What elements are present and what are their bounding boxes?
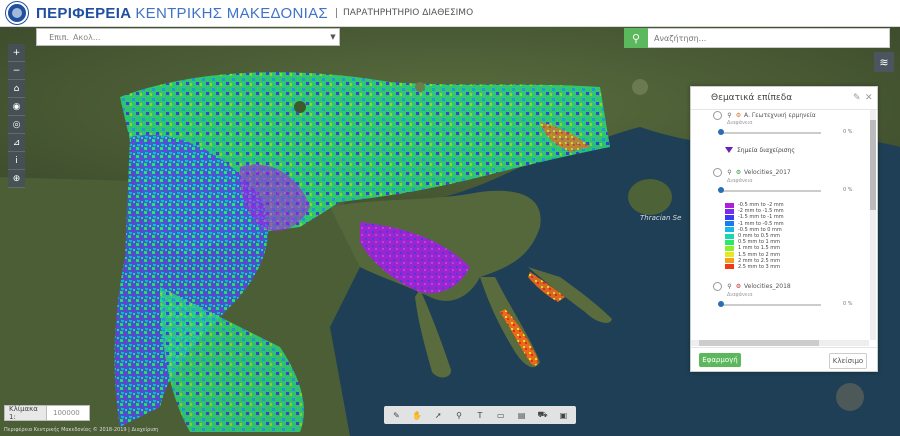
layer-row[interactable]: ⚲ ⚙ Velocities_2018 (691, 280, 869, 292)
map-toolbar: + − ⌂ ◉ ◎ ⊿ i ⊕ (8, 44, 25, 188)
legend-swatch (725, 208, 734, 214)
panel-footer: Εφαρμογή Κλείσιμο (691, 347, 877, 372)
copyright-text: Περιφέρεια Κεντρικής Μακεδονίας © 2018-2… (4, 427, 159, 433)
scale-box: Κλίμακα 1: (4, 405, 90, 421)
apply-button[interactable]: Εφαρμογή (699, 353, 741, 367)
home-icon[interactable]: ⌂ (8, 80, 25, 98)
radio-button[interactable] (713, 110, 722, 120)
rectangle-icon[interactable]: ▭ (494, 408, 508, 422)
gear-icon[interactable]: ⚙ (735, 112, 742, 119)
pencil-icon[interactable]: ✎ (389, 408, 403, 422)
opacity-slider[interactable]: 0 % (718, 128, 869, 138)
search-bar: ⚲ (624, 28, 890, 48)
legend-swatch (725, 239, 734, 245)
layer-select-value: Ακολ... (73, 32, 101, 42)
point-legend: Σημεία διαχείρισης (691, 144, 869, 156)
measure-icon[interactable]: ⊿ (8, 134, 25, 152)
car-icon[interactable]: ⛟ (536, 408, 550, 422)
opacity-label: Διαφάνεια (727, 120, 753, 126)
zoom-box-icon[interactable]: ⊕ (8, 170, 25, 188)
info-icon[interactable]: i (8, 152, 25, 170)
slider-knob[interactable] (718, 187, 724, 193)
gear-icon[interactable]: ⚙ (735, 169, 742, 176)
triangle-icon (725, 147, 733, 153)
radio-button[interactable] (713, 167, 722, 177)
location-icon[interactable]: ◉ (8, 98, 25, 116)
text-icon[interactable]: T (473, 408, 487, 422)
edit-icon[interactable]: ✎ (853, 93, 865, 103)
chevron-down-icon: ▼ (330, 33, 336, 41)
logo-icon (6, 2, 28, 24)
app-title-secondary: ΚΕΝΤΡΙΚΗΣ ΜΑΚΕΔΟΝΙΑΣ (135, 4, 328, 22)
opacity-slider[interactable]: 0 % (718, 186, 869, 196)
eye-icon[interactable]: ◎ (8, 116, 25, 134)
close-icon[interactable]: ✕ (865, 93, 877, 103)
opacity-label: Διαφάνεια (727, 292, 753, 299)
app-subtitle: ΠΑΡΑΤΗΡΗΤΗΡΙΟ ΔΙΑΘΕΣΙΜΟ (335, 8, 473, 18)
search-input[interactable] (648, 28, 890, 48)
marker-icon[interactable]: ⚲ (452, 408, 466, 422)
scale-input[interactable] (51, 408, 89, 418)
app-title-primary: ΠΕΡΙΦΕΡΕΙΑ (36, 4, 132, 22)
opacity-value: 0 % (843, 129, 853, 135)
search-icon[interactable]: ⚲ (624, 28, 648, 48)
scale-label: Κλίμακα 1: (5, 405, 47, 421)
zoom-in-icon[interactable]: + (8, 44, 25, 62)
drawing-toolbar: ✎ ✋ ➚ ⚲ T ▭ ▤ ⛟ ▣ (384, 406, 576, 424)
search-icon[interactable]: ⚲ (726, 169, 733, 176)
zoom-out-icon[interactable]: − (8, 62, 25, 80)
legend-swatch (725, 233, 734, 239)
layer-row[interactable]: ⚲ ⚙ Velocities_2017 (691, 166, 869, 178)
panel-header: Θεματικά επίπεδα ✎ ✕ (691, 87, 877, 110)
layers-panel: Θεματικά επίπεδα ✎ ✕ ⚲ ⚙ Α. Γεωτεχνική ε… (690, 86, 878, 372)
vertical-scrollbar[interactable] (870, 110, 876, 340)
legend-swatch (725, 214, 734, 220)
legend-item: 2.5 mm to 3 mm (691, 264, 869, 270)
arrow-icon[interactable]: ➚ (431, 408, 445, 422)
horizontal-scrollbar[interactable] (691, 340, 869, 346)
legend-swatch (725, 245, 734, 251)
opacity-value: 0 % (843, 187, 853, 193)
legend-swatch (725, 202, 734, 208)
opacity-value: 0 % (843, 301, 853, 308)
sea-label: Thracian Se (640, 214, 682, 222)
close-button[interactable]: Κλείσιμο (829, 353, 867, 369)
layers-icon[interactable]: ≋ (874, 52, 894, 72)
layer-name: Α. Γεωτεχνική ερμηνεία (744, 111, 816, 119)
save-icon[interactable]: ▣ (556, 408, 570, 422)
opacity-slider[interactable]: 0 % (718, 300, 869, 310)
legend-swatch (725, 258, 734, 264)
panel-title: Θεματικά επίπεδα (711, 93, 793, 103)
legend-swatch (725, 227, 734, 233)
opacity-label: Διαφάνεια (727, 178, 753, 184)
hand-icon[interactable]: ✋ (410, 408, 424, 422)
gear-icon[interactable]: ⚙ (735, 283, 742, 290)
slider-knob[interactable] (718, 129, 724, 135)
layer-row[interactable]: ⚲ ⚙ Α. Γεωτεχνική ερμηνεία (691, 110, 869, 120)
print-icon[interactable]: ▤ (515, 408, 529, 422)
app-header: ΠΕΡΙΦΕΡΕΙΑ ΚΕΝΤΡΙΚΗΣ ΜΑΚΕΔΟΝΙΑΣ ΠΑΡΑΤΗΡΗ… (0, 0, 900, 27)
legend-swatch (725, 221, 734, 227)
slider-knob[interactable] (718, 301, 724, 308)
search-icon[interactable]: ⚲ (726, 112, 733, 119)
layer-name: Velocities_2017 (744, 168, 791, 176)
panel-body: ⚲ ⚙ Α. Γεωτεχνική ερμηνεία Διαφάνεια 0 %… (691, 110, 869, 340)
search-icon[interactable]: ⚲ (726, 283, 733, 290)
legend-swatch (725, 252, 734, 258)
layer-select-label: Επιπ. (49, 32, 69, 42)
radio-button[interactable] (713, 281, 722, 291)
layer-select[interactable]: Επιπ. Ακολ... ▼ (36, 28, 340, 46)
legend-swatch (725, 264, 734, 270)
layer-name: Velocities_2018 (744, 282, 791, 290)
